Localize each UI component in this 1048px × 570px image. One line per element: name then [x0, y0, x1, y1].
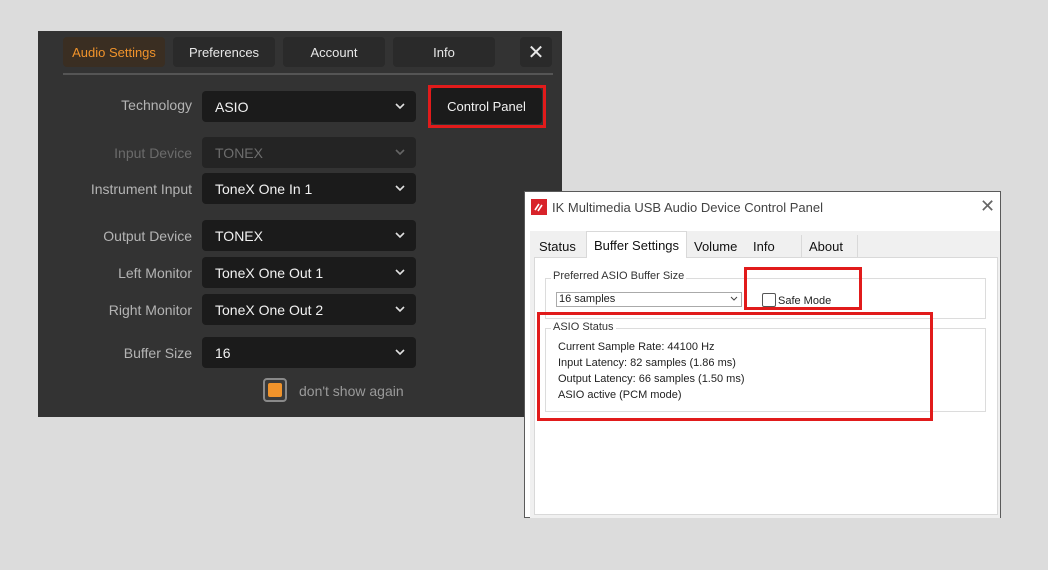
tab-about[interactable]: About — [802, 235, 858, 257]
right-monitor-dropdown[interactable]: ToneX One Out 2 — [202, 294, 416, 325]
chevron-down-icon — [395, 103, 405, 110]
tab-volume[interactable]: Volume — [687, 235, 743, 257]
buffer-size-value: 16 — [215, 345, 231, 361]
tab-buffer-settings[interactable]: Buffer Settings — [586, 231, 687, 258]
right-monitor-label: Right Monitor — [108, 302, 192, 318]
technology-dropdown[interactable]: ASIO — [202, 91, 416, 122]
highlight-asio-status — [537, 312, 933, 421]
close-icon: ✕ — [527, 41, 545, 64]
chevron-down-icon — [395, 232, 405, 239]
chevron-down-icon — [395, 349, 405, 356]
input-device-value: TONEX — [215, 145, 263, 161]
buffer-size-select[interactable]: 16 samples — [556, 292, 742, 307]
highlight-control-panel — [428, 85, 546, 128]
dont-show-again-label: don't show again — [299, 383, 404, 399]
input-device-label: Input Device — [114, 145, 192, 161]
chevron-down-icon — [730, 296, 738, 301]
buffer-size-select-value: 16 samples — [559, 293, 616, 305]
left-monitor-label: Left Monitor — [118, 265, 192, 281]
technology-value: ASIO — [215, 99, 249, 115]
ik-logo-icon — [531, 199, 547, 215]
buffer-size-dropdown[interactable]: 16 — [202, 337, 416, 368]
chevron-down-icon — [395, 269, 405, 276]
tab-info[interactable]: Info — [746, 235, 802, 257]
tonex-settings-window: Audio Settings Preferences Account Info … — [38, 31, 562, 417]
tab-account[interactable]: Account — [283, 37, 385, 67]
tab-status[interactable]: Status — [532, 235, 588, 257]
instrument-input-label: Instrument Input — [90, 181, 192, 197]
chevron-down-icon — [395, 185, 405, 192]
right-monitor-value: ToneX One Out 2 — [215, 302, 324, 318]
buffer-size-label: Buffer Size — [123, 345, 192, 361]
chevron-down-icon — [395, 149, 405, 156]
tab-info[interactable]: Info — [393, 37, 495, 67]
instrument-input-value: ToneX One In 1 — [215, 181, 313, 197]
technology-label: Technology — [121, 97, 192, 113]
output-device-label: Output Device — [103, 228, 192, 244]
dont-show-again-checkbox[interactable] — [263, 378, 287, 402]
chevron-down-icon — [395, 306, 405, 313]
tab-preferences[interactable]: Preferences — [173, 37, 275, 67]
close-icon[interactable]: ✕ — [980, 196, 995, 217]
tab-divider — [63, 73, 553, 75]
close-button[interactable]: ✕ — [520, 37, 552, 67]
buffer-size-group-label: Preferred ASIO Buffer Size — [551, 270, 687, 282]
input-device-dropdown[interactable]: TONEX — [202, 137, 416, 168]
output-device-value: TONEX — [215, 228, 263, 244]
left-monitor-value: ToneX One Out 1 — [215, 265, 324, 281]
highlight-safe-mode — [744, 267, 862, 310]
window-title: IK Multimedia USB Audio Device Control P… — [552, 200, 823, 215]
instrument-input-dropdown[interactable]: ToneX One In 1 — [202, 173, 416, 204]
left-monitor-dropdown[interactable]: ToneX One Out 1 — [202, 257, 416, 288]
tab-audio-settings[interactable]: Audio Settings — [63, 37, 165, 67]
output-device-dropdown[interactable]: TONEX — [202, 220, 416, 251]
